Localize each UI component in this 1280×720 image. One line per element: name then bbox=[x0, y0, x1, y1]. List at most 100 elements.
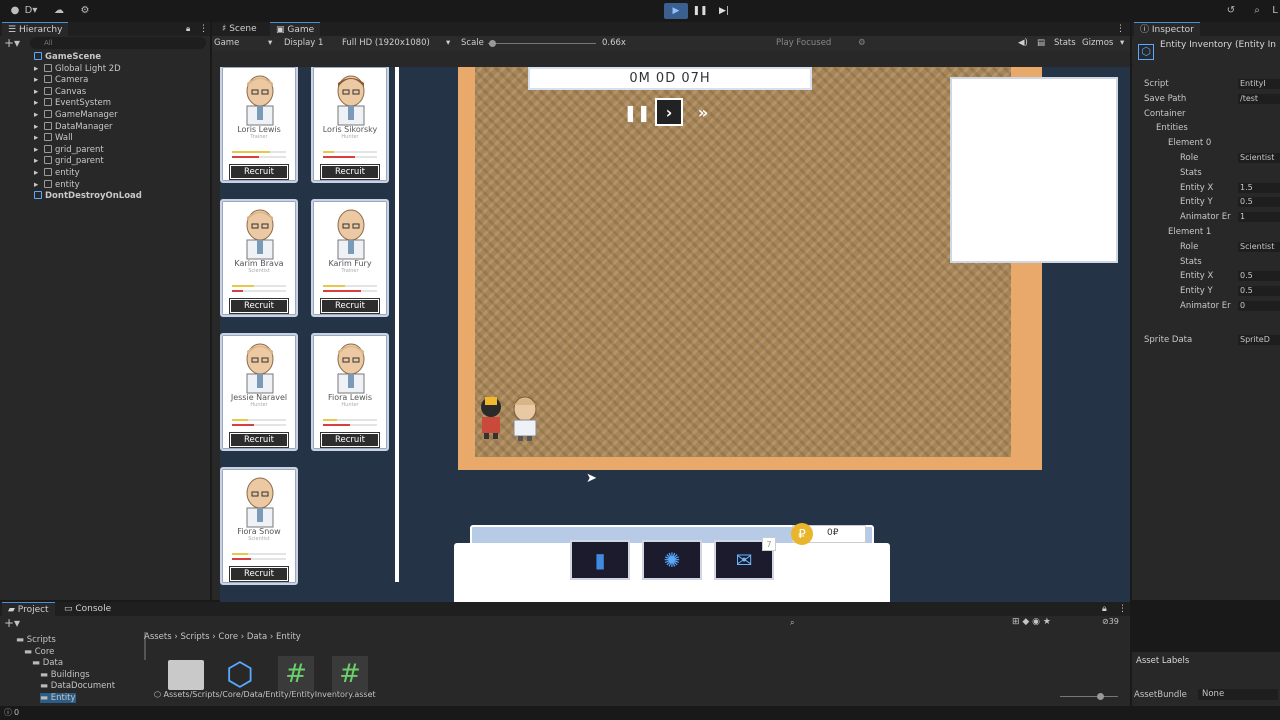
recruit-button[interactable]: Recruit bbox=[320, 164, 380, 180]
recruit-list[interactable]: Loris Lewis Trainer Recruit Loris Sikorsky H… bbox=[220, 67, 400, 605]
breadcrumb-item[interactable]: Core bbox=[218, 632, 238, 642]
play-focused-dropdown[interactable]: Play Focused bbox=[776, 36, 831, 51]
hierarchy-item[interactable]: ▸ grid_parent bbox=[0, 144, 210, 156]
inspector-field[interactable]: Entity X 0.5 bbox=[1132, 270, 1280, 282]
recruit-button[interactable]: Recruit bbox=[229, 566, 289, 582]
project-tree-item[interactable]: ▬ DataDocument bbox=[40, 681, 115, 691]
project-tree-item[interactable]: ▬ Scripts bbox=[16, 635, 56, 645]
cloud-icon[interactable]: ☁ bbox=[52, 4, 66, 18]
pause-button[interactable]: ❚❚ bbox=[688, 3, 712, 19]
expand-arrow-icon[interactable]: ▸ bbox=[34, 145, 38, 156]
recruit-button[interactable]: Recruit bbox=[229, 432, 289, 448]
project-tree-item[interactable]: ▬ Data bbox=[32, 658, 63, 668]
tab-project[interactable]: ▰ Project bbox=[2, 602, 55, 616]
csharp-script-icon[interactable]: # bbox=[332, 656, 368, 692]
account-icon[interactable]: ● bbox=[8, 4, 22, 18]
inspector-field[interactable]: Animator Er 0 bbox=[1132, 300, 1280, 312]
hierarchy-search-input[interactable]: All bbox=[30, 37, 206, 49]
more-icon[interactable]: ⋮ bbox=[1118, 602, 1127, 616]
inspector-field-value[interactable]: 0 bbox=[1238, 301, 1280, 311]
inspector-field[interactable]: Entity Y 0.5 bbox=[1132, 285, 1280, 297]
hierarchy-item[interactable]: ▸ entity bbox=[0, 179, 210, 191]
recruit-scrollbar[interactable] bbox=[395, 67, 399, 582]
hierarchy-item[interactable]: DontDestroyOnLoad bbox=[0, 191, 210, 202]
breadcrumb-item[interactable]: Data bbox=[247, 632, 267, 642]
search-icon[interactable]: ⌕ bbox=[1250, 4, 1264, 18]
play-speed-button[interactable]: › bbox=[655, 98, 683, 126]
breadcrumb-item[interactable]: Entity bbox=[276, 632, 301, 642]
building-button[interactable]: ▮ bbox=[570, 540, 630, 580]
recruit-button[interactable]: Recruit bbox=[229, 164, 289, 180]
hierarchy-item[interactable]: ▸ Camera bbox=[0, 75, 210, 86]
research-button[interactable]: ✺ bbox=[642, 540, 702, 580]
inspector-field[interactable]: Element 1 bbox=[1132, 226, 1280, 238]
hierarchy-item[interactable]: ▸ GameManager bbox=[0, 110, 210, 121]
csharp-script-icon[interactable]: # bbox=[278, 656, 314, 692]
folder-icon[interactable] bbox=[168, 660, 204, 690]
inspector-field[interactable]: Entities bbox=[1132, 122, 1280, 134]
expand-arrow-icon[interactable]: ▸ bbox=[34, 122, 38, 133]
recruit-button[interactable]: Recruit bbox=[320, 432, 380, 448]
expand-arrow-icon[interactable]: ▸ bbox=[34, 87, 38, 98]
tab-inspector[interactable]: ⓘ Inspector bbox=[1134, 22, 1200, 36]
project-tree-item[interactable]: ▬ Core bbox=[24, 647, 54, 657]
inspector-field-value[interactable]: 0.5 bbox=[1238, 271, 1280, 282]
expand-arrow-icon[interactable]: ▸ bbox=[34, 133, 38, 144]
hierarchy-item[interactable]: ▸ DataManager bbox=[0, 121, 210, 133]
expand-arrow-icon[interactable]: ▸ bbox=[34, 180, 38, 191]
tab-hierarchy[interactable]: ☰ Hierarchy bbox=[2, 22, 69, 36]
more-icon[interactable]: ⋮ bbox=[199, 22, 208, 36]
icon-size-slider[interactable] bbox=[1060, 696, 1118, 697]
expand-arrow-icon[interactable]: ▸ bbox=[34, 156, 38, 167]
scriptable-object-icon[interactable]: ⬡ bbox=[220, 654, 260, 694]
trainer-sprite[interactable] bbox=[481, 397, 501, 439]
pause-game-button[interactable]: ❚❚ bbox=[623, 98, 651, 126]
icon-size-slider-handle[interactable] bbox=[1097, 693, 1104, 700]
game-viewport[interactable]: Loris Lewis Trainer Recruit Loris Sikorsky H… bbox=[220, 67, 1130, 605]
breadcrumb-item[interactable]: Scripts bbox=[180, 632, 209, 642]
inspector-field-value[interactable]: /test bbox=[1238, 93, 1280, 104]
expand-arrow-icon[interactable]: ▸ bbox=[34, 64, 38, 75]
display-dropdown[interactable]: Display 1 bbox=[284, 36, 323, 51]
inspector-field[interactable]: Role Scientist bbox=[1132, 241, 1280, 253]
history-icon[interactable]: ↺ bbox=[1224, 4, 1238, 18]
inspector-field[interactable]: Role Scientist bbox=[1132, 152, 1280, 164]
inspector-field[interactable]: Animator Er 1 bbox=[1132, 211, 1280, 223]
expand-arrow-icon[interactable]: ▸ bbox=[34, 168, 38, 179]
scale-slider[interactable] bbox=[488, 43, 596, 44]
layout-icon[interactable]: L bbox=[1268, 4, 1280, 18]
mode-dropdown[interactable]: Game bbox=[214, 36, 239, 51]
tab-game[interactable]: ▣ Game bbox=[270, 22, 321, 36]
play-button[interactable]: ▶ bbox=[664, 3, 688, 19]
resolution-dropdown[interactable]: Full HD (1920x1080) bbox=[342, 36, 430, 51]
step-button[interactable]: ▶| bbox=[712, 3, 736, 19]
add-asset-icon[interactable]: +▾ bbox=[4, 617, 20, 629]
recruit-button[interactable]: Recruit bbox=[229, 298, 289, 314]
lock-icon[interactable]: 🔒︎ bbox=[1102, 602, 1107, 616]
inspector-field[interactable]: Container bbox=[1132, 108, 1280, 120]
character-sprites[interactable] bbox=[475, 389, 545, 443]
inspector-field-value[interactable]: Scientist bbox=[1238, 241, 1280, 252]
hierarchy-item[interactable]: ▸ grid_parent bbox=[0, 156, 210, 167]
inspector-field-value[interactable]: SpriteD bbox=[1238, 335, 1280, 345]
inspector-field-value[interactable]: 1.5 bbox=[1238, 182, 1280, 193]
expand-arrow-icon[interactable]: ▸ bbox=[34, 75, 38, 86]
inspector-field-value[interactable]: 0.5 bbox=[1238, 197, 1280, 208]
mute-icon[interactable]: ◀) bbox=[1018, 36, 1028, 51]
breadcrumb-item[interactable]: Assets bbox=[144, 632, 172, 642]
recruit-button[interactable]: Recruit bbox=[320, 298, 380, 314]
lock-icon[interactable]: 🔒︎ bbox=[186, 22, 190, 36]
stats-button[interactable]: Stats bbox=[1054, 36, 1076, 51]
search-icon[interactable]: ⌕ bbox=[790, 618, 794, 628]
inspector-field[interactable]: Sprite Data SpriteD bbox=[1132, 334, 1280, 346]
filter-icons[interactable]: ⊞ ◆ ◉ ★ bbox=[1012, 617, 1051, 627]
add-icon[interactable]: +▾ bbox=[4, 37, 20, 49]
hierarchy-item[interactable]: ▸ entity bbox=[0, 168, 210, 179]
expand-arrow-icon[interactable]: ▸ bbox=[34, 98, 38, 109]
room-floor[interactable] bbox=[475, 67, 1011, 457]
inspector-field[interactable]: Save Path/test bbox=[1132, 93, 1280, 105]
scientist-sprite[interactable] bbox=[513, 396, 537, 441]
inspector-field[interactable]: Entity X 1.5 bbox=[1132, 182, 1280, 194]
tab-console[interactable]: ▭ Console bbox=[58, 602, 117, 616]
project-tree-item[interactable]: ▬ Entity bbox=[40, 692, 76, 703]
